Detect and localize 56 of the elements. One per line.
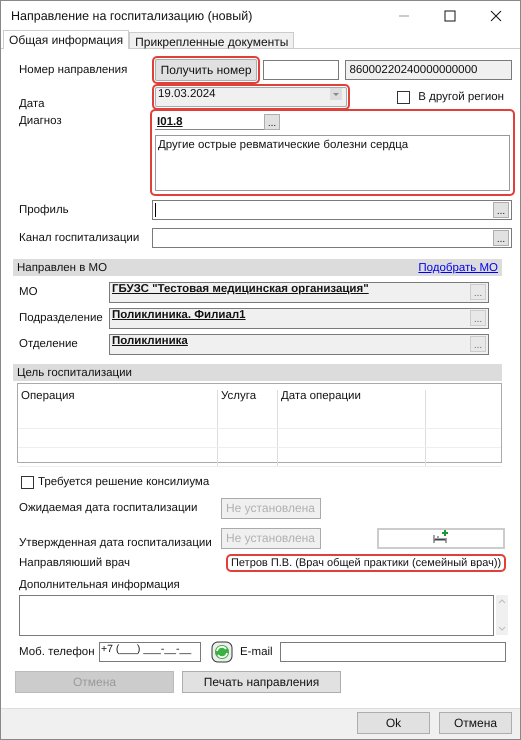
- date-field[interactable]: 19.03.2024: [155, 87, 347, 107]
- doctor-name: Петров П.В. (Врач общей практики (семейный врач)): [229, 557, 504, 569]
- additional-info-field[interactable]: [19, 595, 494, 636]
- browse-button[interactable]: ...: [493, 230, 509, 246]
- phone-field[interactable]: +7 (___) ___-__-__: [99, 642, 201, 662]
- dialog-button[interactable]: Ok: [357, 712, 430, 734]
- field-label: МО: [18, 286, 39, 298]
- field-label: Канал госпитализации: [18, 232, 140, 244]
- checkbox[interactable]: [397, 90, 410, 104]
- diagnosis-text-field[interactable]: Другие острые ревматические болезни сердца: [155, 135, 510, 191]
- number-field[interactable]: 86000220240000000000: [345, 60, 512, 80]
- mo-field[interactable]: Поликлиника ...: [109, 334, 489, 354]
- checkbox[interactable]: [21, 476, 34, 488]
- field-label: Отделение: [18, 338, 79, 350]
- field-label: E-mail: [240, 646, 273, 658]
- field-label: Подразделение: [18, 312, 104, 324]
- window-title: Направление на госпитализацию (новый): [11, 8, 252, 22]
- checkbox-label: В другой регион: [418, 91, 504, 103]
- action-button[interactable]: Печать направления: [182, 671, 341, 693]
- field-label: Профиль: [18, 204, 70, 216]
- browse-button[interactable]: ...: [470, 336, 486, 352]
- field-label: Направляюший врач: [18, 557, 132, 569]
- field-label: Утвержденная дата госпитализации: [18, 537, 213, 549]
- mo-field[interactable]: ГБУЗС "Тестовая медицинская организация" ...: [109, 282, 489, 302]
- field-label: Ожидаемая дата госпитализации: [18, 502, 198, 514]
- scrollbar-icon: [496, 595, 508, 635]
- field-label: Диагноз: [18, 114, 63, 127]
- browse-button[interactable]: ...: [493, 202, 509, 218]
- dropdown-icon[interactable]: [330, 88, 342, 100]
- column-header: Услуга: [218, 390, 278, 410]
- field-label: Моб. телефон: [18, 646, 96, 658]
- add-bed-button[interactable]: [377, 528, 505, 548]
- field-label: Дополнительная информация: [18, 579, 181, 591]
- browse-button[interactable]: ...: [470, 310, 486, 326]
- maximize-icon[interactable]: [444, 10, 456, 22]
- refresh-icon[interactable]: [211, 641, 233, 663]
- email-field[interactable]: [280, 642, 506, 662]
- browse-button[interactable]: ...: [264, 114, 280, 130]
- section-title: Направлен в МО: [17, 262, 108, 274]
- column-header: Дата операции: [278, 390, 426, 410]
- select-mo-link[interactable]: Подобрать МО: [418, 262, 498, 274]
- bed-plus-icon: [432, 530, 450, 544]
- close-icon[interactable]: [490, 10, 502, 22]
- channel-field[interactable]: ...: [152, 228, 512, 248]
- input-field[interactable]: [263, 60, 340, 80]
- get-number-button[interactable]: Получить номер: [155, 59, 258, 81]
- profile-field[interactable]: ...: [152, 200, 512, 220]
- mo-field[interactable]: Поликлиника. Филиал1 ...: [109, 308, 489, 328]
- checkbox-label: Требуется решение консилиума: [38, 476, 210, 488]
- tab[interactable]: Прикрепленные документы: [129, 32, 294, 48]
- field-label: Номер направления: [18, 64, 128, 76]
- browse-button[interactable]: ...: [470, 284, 486, 300]
- dialog-button[interactable]: Отмена: [439, 712, 512, 734]
- column-header: Операция: [18, 390, 218, 410]
- field-label: Дата: [18, 98, 46, 110]
- section-title: Цель госпитализации: [17, 366, 132, 378]
